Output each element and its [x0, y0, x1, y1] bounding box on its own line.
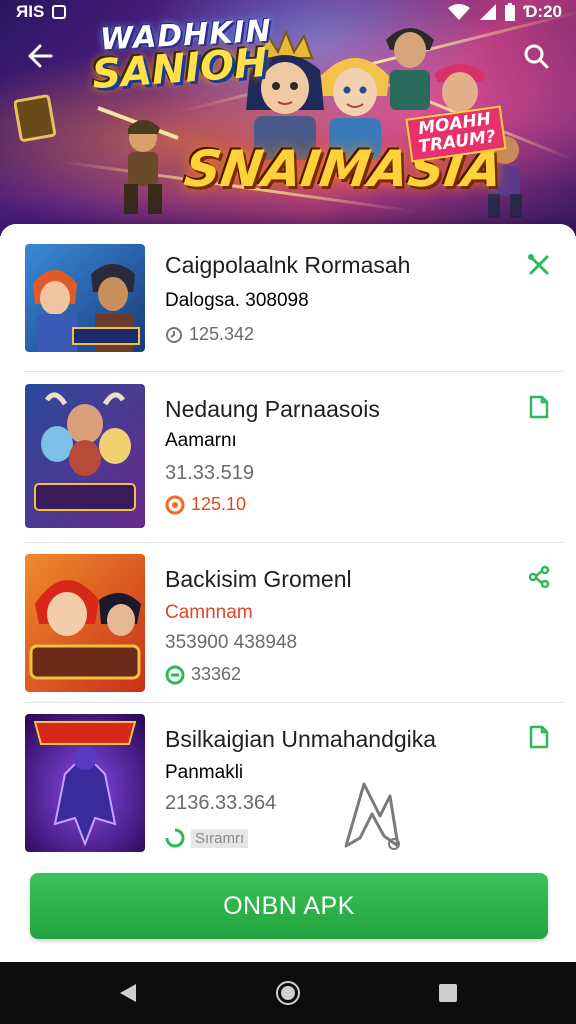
list-item[interactable]: Caigpolaalnk Rormasah Dalogsa. 308098 12…	[0, 224, 576, 374]
row-action-button[interactable]	[524, 562, 554, 592]
search-icon	[524, 44, 549, 69]
file-icon	[529, 395, 549, 419]
list-item[interactable]: Backisim Gromenl Camnnam 353900 438948 3…	[0, 544, 576, 704]
search-button[interactable]	[514, 34, 558, 78]
download-apk-button[interactable]: ONBN APK	[30, 873, 548, 939]
home-circle-icon	[276, 981, 300, 1005]
status-time: Ɗ:20	[523, 2, 562, 21]
list-item[interactable]: Nedaung Parnaasois Aamarnı 31.33.519 125…	[0, 374, 576, 542]
app-thumbnail[interactable]	[25, 384, 145, 528]
hero-banner: WADHKIN SANIOH SNAIMASIA MOAHH TRAUM? ЯI…	[0, 0, 576, 236]
app-thumbnail[interactable]	[25, 554, 145, 692]
share-icon	[528, 565, 550, 589]
row-action-button[interactable]	[524, 722, 554, 752]
app-meta: Sıramrı	[165, 828, 249, 848]
divider	[25, 371, 563, 372]
back-triangle-icon	[120, 984, 136, 1002]
divider	[25, 542, 563, 543]
app-title: Backisim Gromenl	[165, 566, 352, 592]
app-meta-line: 31.33.519	[165, 462, 254, 484]
back-button[interactable]	[18, 34, 62, 78]
arrow-left-icon	[28, 44, 53, 68]
app-meta: 125.342	[165, 324, 254, 345]
app-thumbnail[interactable]	[25, 714, 145, 852]
loading-icon	[165, 828, 185, 848]
app-title: Nedaung Parnaasois	[165, 396, 380, 422]
app-thumbnail[interactable]	[25, 244, 145, 352]
row-action-button[interactable]	[524, 392, 554, 422]
recents-square-icon	[439, 984, 457, 1002]
minus-circle-icon	[165, 665, 185, 684]
app-subtitle: Aamarnı	[165, 430, 237, 451]
app-meta-line: 353900 438948	[165, 632, 298, 653]
app-list-card: Caigpolaalnk Rormasah Dalogsa. 308098 12…	[0, 224, 576, 964]
app-meta-value: 125.342	[189, 324, 255, 344]
list-item[interactable]: Bsilkaigian Unmahandgika Panmakli 2136.3…	[0, 704, 576, 864]
app-meta: 33362	[165, 664, 241, 685]
floating-card-icon	[14, 94, 57, 142]
status-bar: ЯIS Ɗ:20	[0, 0, 576, 26]
tools-icon	[528, 254, 549, 275]
battery-icon	[505, 3, 516, 21]
app-meta-value: 33362	[191, 664, 242, 684]
status-carrier-text: ЯIS	[16, 2, 45, 21]
row-action-button[interactable]	[524, 250, 554, 280]
app-subtitle: Panmakli	[165, 762, 244, 783]
nav-home-button[interactable]	[258, 962, 318, 1024]
square-icon	[52, 5, 67, 19]
status-right: Ɗ:20	[447, 2, 562, 22]
app-meta-value: Sıramrı	[191, 828, 249, 848]
divider	[25, 702, 563, 703]
app-subtitle: Camnnam	[165, 602, 253, 623]
clock-icon	[166, 326, 182, 343]
app-meta-value: 125.10	[191, 494, 247, 514]
status-left: ЯIS	[16, 2, 67, 22]
file-icon	[529, 725, 549, 749]
app-title: Bsilkaigian Unmahandgika	[165, 726, 437, 752]
nav-back-button[interactable]	[98, 962, 158, 1024]
watermark-logo-icon	[344, 782, 400, 850]
app-title: Caigpolaalnk Rormasah	[165, 252, 411, 278]
nav-recents-button[interactable]	[418, 962, 478, 1024]
record-icon	[165, 495, 185, 514]
system-nav-bar	[0, 962, 576, 1024]
app-subtitle: Dalogsa. 308098	[165, 290, 309, 311]
app-meta-line: 2136.33.364	[165, 792, 277, 814]
app-meta: 125.10	[165, 494, 246, 515]
wifi-icon	[448, 4, 471, 20]
signal-icon	[480, 4, 497, 20]
